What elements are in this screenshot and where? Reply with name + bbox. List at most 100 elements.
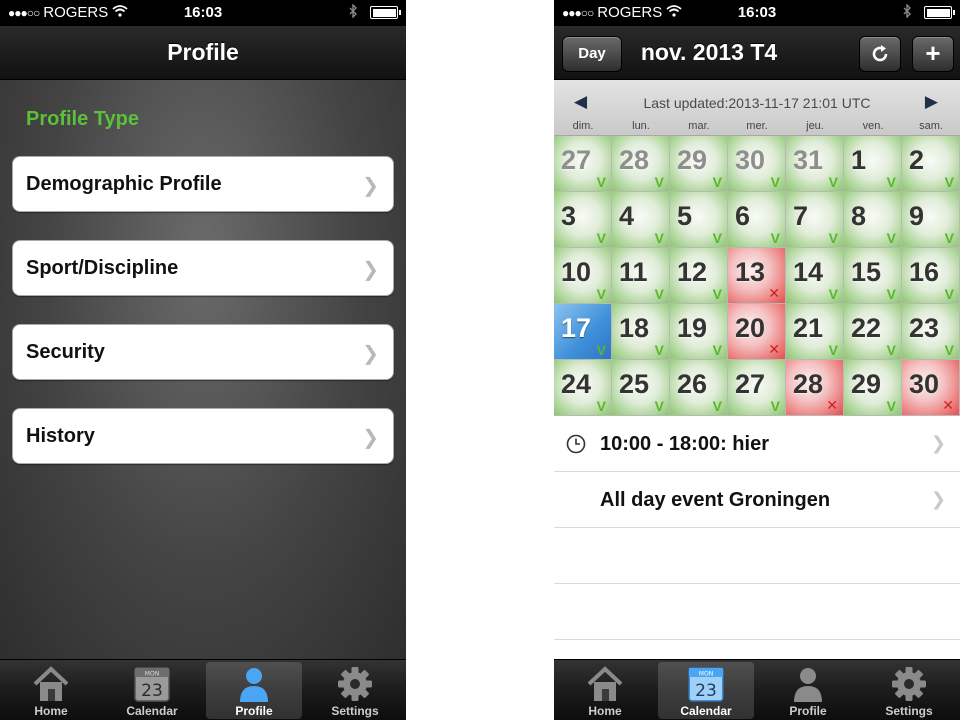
calendar-day-cell[interactable]: 9V: [902, 192, 959, 247]
check-mark-icon: V: [944, 174, 954, 190]
refresh-button[interactable]: [859, 36, 901, 72]
gear-icon: [889, 665, 929, 708]
tab-label: Profile: [789, 704, 827, 718]
section-heading-profile-type: Profile Type: [26, 108, 139, 130]
day-number: 9: [909, 201, 925, 231]
person-icon: [234, 665, 274, 708]
calendar-day-cell[interactable]: 23 V: [902, 304, 959, 359]
calendar-day-cell[interactable]: 25 V: [612, 360, 669, 415]
missed-mark-icon: ✕: [768, 285, 780, 301]
calendar-day-cell[interactable]: 28 V: [612, 136, 669, 191]
next-month-button[interactable]: ▶: [925, 92, 938, 112]
tab-calendar[interactable]: MON 23 Calendar: [658, 662, 754, 719]
status-time: 16:03: [737, 4, 777, 21]
calendar-day-cell[interactable]: 7V: [786, 192, 843, 247]
refresh-icon: [870, 44, 890, 69]
tab-settings[interactable]: Settings: [861, 662, 957, 719]
day-number: 30: [909, 369, 940, 399]
menu-item-sport-discipline[interactable]: Sport/Discipline ❯: [12, 240, 394, 296]
menu-item-security[interactable]: Security ❯: [12, 324, 394, 380]
check-mark-icon: V: [828, 174, 838, 190]
day-number: 16: [909, 257, 940, 287]
last-updated-text: Last updated:2013-11-17 21:01 UTC: [643, 95, 871, 111]
tab-profile[interactable]: Profile: [206, 662, 302, 719]
day-number: 28: [619, 145, 650, 175]
calendar-day-cell[interactable]: 11 V: [612, 248, 669, 303]
calendar-day-cell[interactable]: 26 V: [670, 360, 727, 415]
tab-label: Settings: [331, 704, 379, 718]
calendar-day-cell[interactable]: 24 V: [554, 360, 611, 415]
calendar-day-cell[interactable]: 5V: [670, 192, 727, 247]
calendar-day-cell[interactable]: 30 ✕: [902, 360, 959, 415]
calendar-day-cell[interactable]: 19 V: [670, 304, 727, 359]
day-number: 10: [561, 257, 592, 287]
check-mark-icon: V: [828, 286, 838, 302]
day-number: 2: [909, 145, 925, 175]
day-number: 18: [619, 313, 650, 343]
check-mark-icon: V: [654, 286, 664, 302]
tab-home[interactable]: Home: [557, 662, 653, 719]
day-number: 29: [677, 145, 708, 175]
add-event-button[interactable]: +: [912, 36, 954, 72]
calendar-day-cell[interactable]: 1V: [844, 136, 901, 191]
weekday-label: dim.: [572, 120, 594, 132]
missed-mark-icon: ✕: [942, 397, 954, 413]
calendar-day-cell[interactable]: 29 V: [844, 360, 901, 415]
calendar-screen: ●●●○○ ROGERS 16:03 Day nov. 2013 T4 + ◀ …: [554, 0, 960, 720]
calendar-day-cell[interactable]: 28 ✕: [786, 360, 843, 415]
calendar-day-cell[interactable]: 10 V: [554, 248, 611, 303]
check-mark-icon: V: [712, 286, 722, 302]
event-row[interactable]: 10:00 - 18:00: hier ❯: [554, 416, 960, 472]
status-bar: ●●●○○ ROGERS 16:03: [0, 0, 406, 26]
calendar-day-cell[interactable]: 27 V: [728, 360, 785, 415]
calendar-day-cell[interactable]: 13 ✕: [728, 248, 785, 303]
day-number: 12: [677, 257, 708, 287]
day-number: 15: [851, 257, 882, 287]
day-number: 26: [677, 369, 708, 399]
nav-bar: Profile: [0, 26, 406, 80]
event-row[interactable]: All day event Groningen ❯: [554, 472, 960, 528]
calendar-day-cell[interactable]: 21 V: [786, 304, 843, 359]
tab-calendar[interactable]: MON 23 Calendar: [104, 662, 200, 719]
calendar-day-cell[interactable]: 4V: [612, 192, 669, 247]
calendar-day-cell[interactable]: 16 V: [902, 248, 959, 303]
tab-home[interactable]: Home: [3, 662, 99, 719]
calendar-day-cell[interactable]: 15 V: [844, 248, 901, 303]
missed-mark-icon: ✕: [768, 341, 780, 357]
battery-icon: [370, 6, 401, 19]
calendar-day-cell[interactable]: 22 V: [844, 304, 901, 359]
calendar-day-cell[interactable]: 31 V: [786, 136, 843, 191]
calendar-day-cell[interactable]: 30 V: [728, 136, 785, 191]
menu-item-history[interactable]: History ❯: [12, 408, 394, 464]
calendar-day-cell[interactable]: 17 V: [554, 304, 611, 359]
calendar-day-cell[interactable]: 14 V: [786, 248, 843, 303]
check-mark-icon: V: [886, 342, 896, 358]
calendar-day-cell[interactable]: 2V: [902, 136, 959, 191]
day-number: 22: [851, 313, 882, 343]
check-mark-icon: V: [654, 398, 664, 414]
check-mark-icon: V: [596, 174, 606, 190]
day-number: 8: [851, 201, 867, 231]
calendar-day-cell[interactable]: 6V: [728, 192, 785, 247]
menu-item-label: History: [26, 425, 95, 447]
calendar-day-cell[interactable]: 18 V: [612, 304, 669, 359]
calendar-day-cell[interactable]: 12 V: [670, 248, 727, 303]
menu-item-demographic-profile[interactable]: Demographic Profile ❯: [12, 156, 394, 212]
calendar-day-cell[interactable]: 3V: [554, 192, 611, 247]
calendar-day-cell[interactable]: 20 ✕: [728, 304, 785, 359]
check-mark-icon: V: [770, 174, 780, 190]
calendar-day-cell[interactable]: 29 V: [670, 136, 727, 191]
check-mark-icon: V: [944, 230, 954, 246]
status-bar: ●●●○○ ROGERS 16:03: [554, 0, 960, 26]
day-number: 27: [561, 145, 592, 175]
day-number: 5: [677, 201, 693, 231]
menu-item-label: Security: [26, 341, 105, 363]
tab-profile[interactable]: Profile: [760, 662, 856, 719]
calendar-day-cell[interactable]: 27 V: [554, 136, 611, 191]
check-mark-icon: V: [596, 342, 606, 358]
svg-text:MON: MON: [699, 671, 713, 678]
calendar-day-cell[interactable]: 8V: [844, 192, 901, 247]
tab-settings[interactable]: Settings: [307, 662, 403, 719]
person-icon: [788, 665, 828, 708]
day-number: 25: [619, 369, 650, 399]
